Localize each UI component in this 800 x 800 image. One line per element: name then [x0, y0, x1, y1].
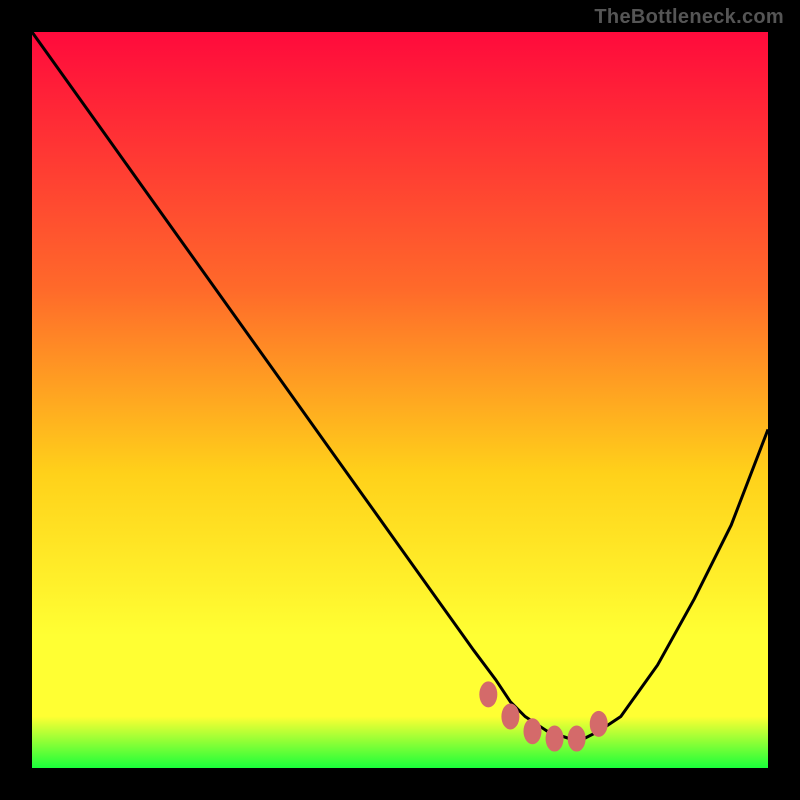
marker-dot	[479, 681, 497, 707]
marker-dot	[590, 711, 608, 737]
chart-background	[32, 32, 768, 768]
watermark-text: TheBottleneck.com	[594, 6, 784, 29]
bottleneck-chart	[32, 32, 768, 768]
marker-dot	[546, 726, 564, 752]
marker-dot	[568, 726, 586, 752]
marker-dot	[501, 703, 519, 729]
marker-dot	[523, 718, 541, 744]
